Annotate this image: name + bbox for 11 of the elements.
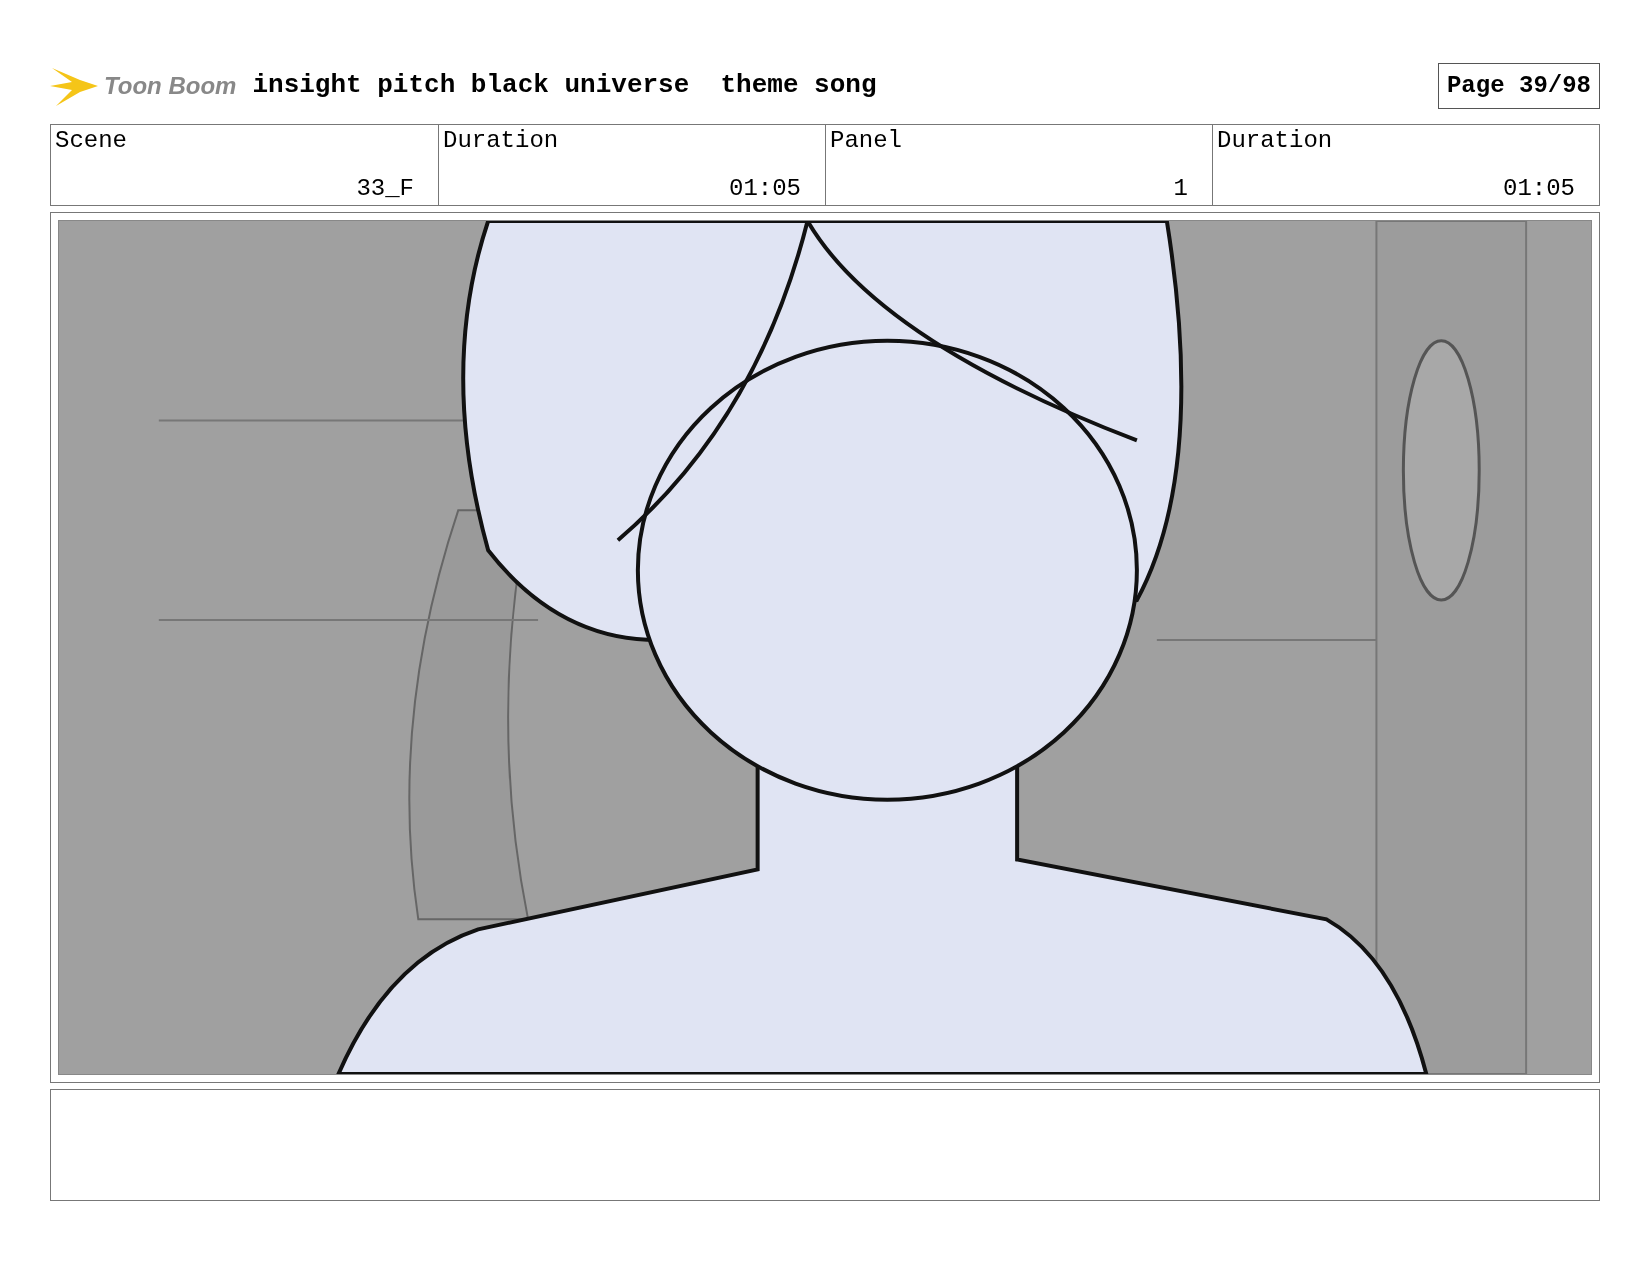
logo-text: Toon Boom bbox=[104, 70, 237, 101]
field-value: 1 bbox=[1173, 177, 1188, 201]
storyboard-title: insight pitch black universe theme song bbox=[252, 69, 877, 102]
field-label: Duration bbox=[443, 129, 559, 153]
field-value: 33_F bbox=[356, 177, 414, 201]
field-label: Scene bbox=[55, 129, 127, 153]
field-value: 01:05 bbox=[729, 177, 801, 201]
page-number: Page 39/98 bbox=[1437, 62, 1600, 109]
field-label: Panel bbox=[830, 129, 902, 153]
field-value: 01:05 bbox=[1503, 177, 1575, 201]
field-label: Duration bbox=[1217, 129, 1333, 153]
